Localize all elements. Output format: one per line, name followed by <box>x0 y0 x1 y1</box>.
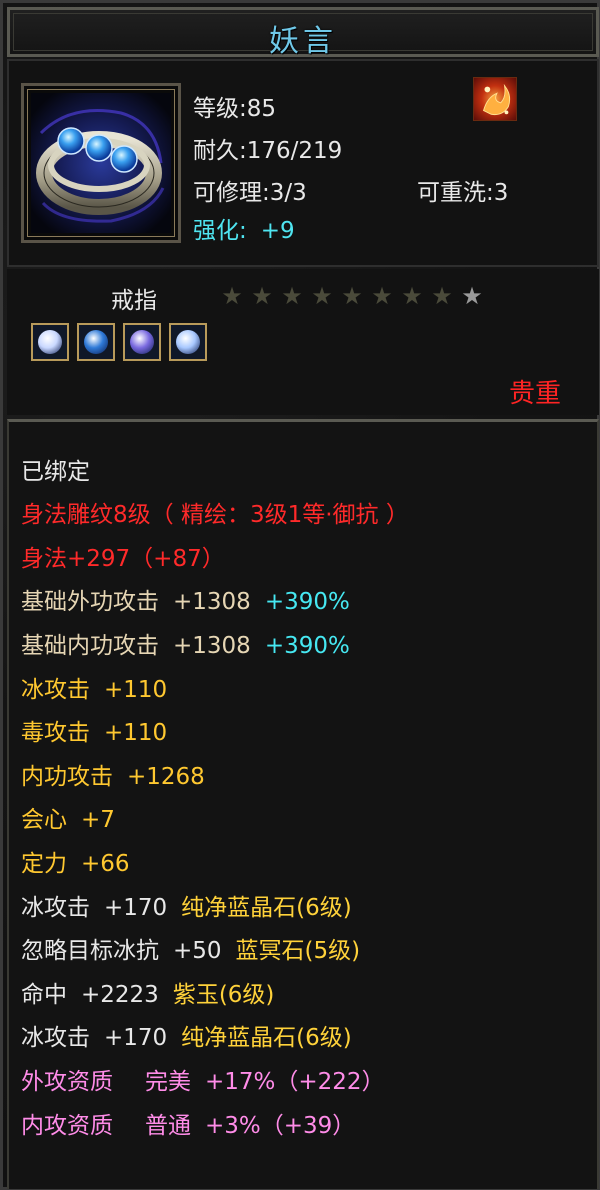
gem1-name: 纯净蓝晶石(6级) <box>181 895 352 921</box>
crit-value: +7 <box>81 807 115 833</box>
star-filled-icon: ★ <box>371 282 393 310</box>
rewash-label: 可重洗 <box>417 180 486 206</box>
gem-socket-icon[interactable] <box>169 323 207 361</box>
inner-attack-line: 内功攻击 +1268 <box>21 757 205 791</box>
ext-attack-pct: +390% <box>264 589 350 615</box>
apt1-name: 外攻资质 <box>21 1069 113 1095</box>
star-rating: ★ ★ ★ ★ ★ ★ ★ ★ ★ <box>219 283 489 309</box>
rewash-row: 可重洗:3 <box>417 173 508 207</box>
rarity-label: 贵重 <box>508 379 561 409</box>
poison-attack-value: +110 <box>104 720 168 746</box>
gem3-value: +2223 <box>81 982 159 1008</box>
gem-bonus-line-2: 忽略目标冰抗 +50 蓝冥石(5级) <box>21 931 360 965</box>
ring-with-blue-gems-icon <box>31 93 171 233</box>
item-type-panel: 戒指 ★ ★ ★ ★ ★ ★ ★ ★ ★ 贵重 <box>7 269 599 415</box>
bound-status: 已绑定 <box>21 459 90 485</box>
gem3-name: 紫玉(6级) <box>172 982 275 1008</box>
gem4-name: 纯净蓝晶石(6级) <box>181 1025 352 1051</box>
gem-bonus-line-4: 冰攻击 +170 纯净蓝晶石(6级) <box>21 1018 352 1052</box>
apt2-grade: 普通 <box>145 1113 191 1139</box>
apt1-value: +17%（+222） <box>205 1069 385 1095</box>
item-type: 戒指 <box>111 288 157 314</box>
star-filled-icon: ★ <box>221 282 243 310</box>
item-name: 妖言 <box>269 24 337 59</box>
star-filled-icon: ★ <box>281 282 303 310</box>
gem-bonus-line-3: 命中 +2223 紫玉(6级) <box>21 975 274 1009</box>
int-attack-pct: +390% <box>264 633 350 659</box>
ice-attack-value: +110 <box>104 677 168 703</box>
repair-label: 可修理 <box>193 180 262 206</box>
level-value: :85 <box>239 96 277 122</box>
star-filled-icon: ★ <box>401 282 423 310</box>
star-filled-icon: ★ <box>251 282 273 310</box>
poison-attack-name: 毒攻击 <box>21 720 90 746</box>
gem3-stat: 命中 <box>21 982 67 1008</box>
repair-row: 可修理:3/3 <box>193 173 307 207</box>
enhance-label: 强化: <box>193 218 247 244</box>
ext-attack-line: 基础外功攻击 +1308 +390% <box>21 582 350 616</box>
durability-label: 耐久 <box>193 138 239 164</box>
star-empty-icon: ★ <box>461 282 483 310</box>
gem-bonus-line-1: 冰攻击 +170 纯净蓝晶石(6级) <box>21 888 352 922</box>
gem-core <box>130 330 154 354</box>
enhance-value: +9 <box>260 218 295 244</box>
repair-value: :3/3 <box>262 180 307 206</box>
aptitude-line-2: 内攻资质 普通 +3%（+39） <box>21 1106 355 1140</box>
item-tooltip: 妖言 等级:85 耐久:176/219 可修理:3/3 可重洗:3 强化: +9… <box>0 0 600 1190</box>
gem4-stat: 冰攻击 <box>21 1025 90 1051</box>
title-bar: 妖言 <box>7 7 599 59</box>
gem2-stat: 忽略目标冰抗 <box>21 938 159 964</box>
attributes-panel: 已绑定 身法雕纹8级（ 精绘：3级1等·御抗 ） 身法+297（+87） 基础外… <box>7 419 599 1189</box>
level-label: 等级 <box>193 96 239 122</box>
focus-value: +66 <box>81 851 130 877</box>
item-summary-panel: 等级:85 耐久:176/219 可修理:3/3 可重洗:3 强化: +9 <box>7 59 599 267</box>
gem1-value: +170 <box>104 895 168 921</box>
poison-attack-line: 毒攻击 +110 <box>21 713 167 747</box>
gem-socket-icon[interactable] <box>123 323 161 361</box>
apt1-grade: 完美 <box>145 1069 191 1095</box>
rewash-value: :3 <box>486 180 509 206</box>
focus-line: 定力 +66 <box>21 844 130 878</box>
agility-line: 身法+297（+87） <box>21 546 225 572</box>
item-icon-frame[interactable] <box>21 83 181 243</box>
gem2-value: +50 <box>173 938 222 964</box>
int-attack-name: 基础内功攻击 <box>21 633 159 659</box>
gem4-value: +170 <box>104 1025 168 1051</box>
level-row: 等级:85 <box>193 89 276 123</box>
gem-core <box>84 330 108 354</box>
durability-row: 耐久:176/219 <box>193 131 342 165</box>
ice-attack-line: 冰攻击 +110 <box>21 670 167 704</box>
ice-attack-name: 冰攻击 <box>21 677 90 703</box>
star-filled-icon: ★ <box>341 282 363 310</box>
apt2-value: +3%（+39） <box>205 1113 356 1139</box>
gem-socket-icon[interactable] <box>77 323 115 361</box>
inner-attack-name: 内功攻击 <box>21 764 113 790</box>
gem2-name: 蓝冥石(5级) <box>235 938 361 964</box>
int-attack-line: 基础内功攻击 +1308 +390% <box>21 626 350 660</box>
apt2-name: 内攻资质 <box>21 1113 113 1139</box>
gem-socket-icon[interactable] <box>31 323 69 361</box>
crit-name: 会心 <box>21 807 67 833</box>
star-filled-icon: ★ <box>431 282 453 310</box>
enhance-row: 强化: +9 <box>193 211 295 245</box>
fire-phoenix-icon[interactable] <box>473 77 517 121</box>
crit-line: 会心 +7 <box>21 800 115 834</box>
focus-name: 定力 <box>21 851 67 877</box>
gem-sockets <box>31 323 215 365</box>
gem-core <box>38 330 62 354</box>
engraving-line: 身法雕纹8级（ 精绘：3级1等·御抗 ） <box>21 502 409 528</box>
aptitude-line-1: 外攻资质 完美 +17%（+222） <box>21 1062 385 1096</box>
int-attack-value: +1308 <box>173 633 251 659</box>
gem-core <box>176 330 200 354</box>
durability-value: :176/219 <box>239 138 343 164</box>
gem1-stat: 冰攻击 <box>21 895 90 921</box>
inner-attack-value: +1268 <box>127 764 205 790</box>
ext-attack-value: +1308 <box>173 589 251 615</box>
ext-attack-name: 基础外功攻击 <box>21 589 159 615</box>
star-filled-icon: ★ <box>311 282 333 310</box>
